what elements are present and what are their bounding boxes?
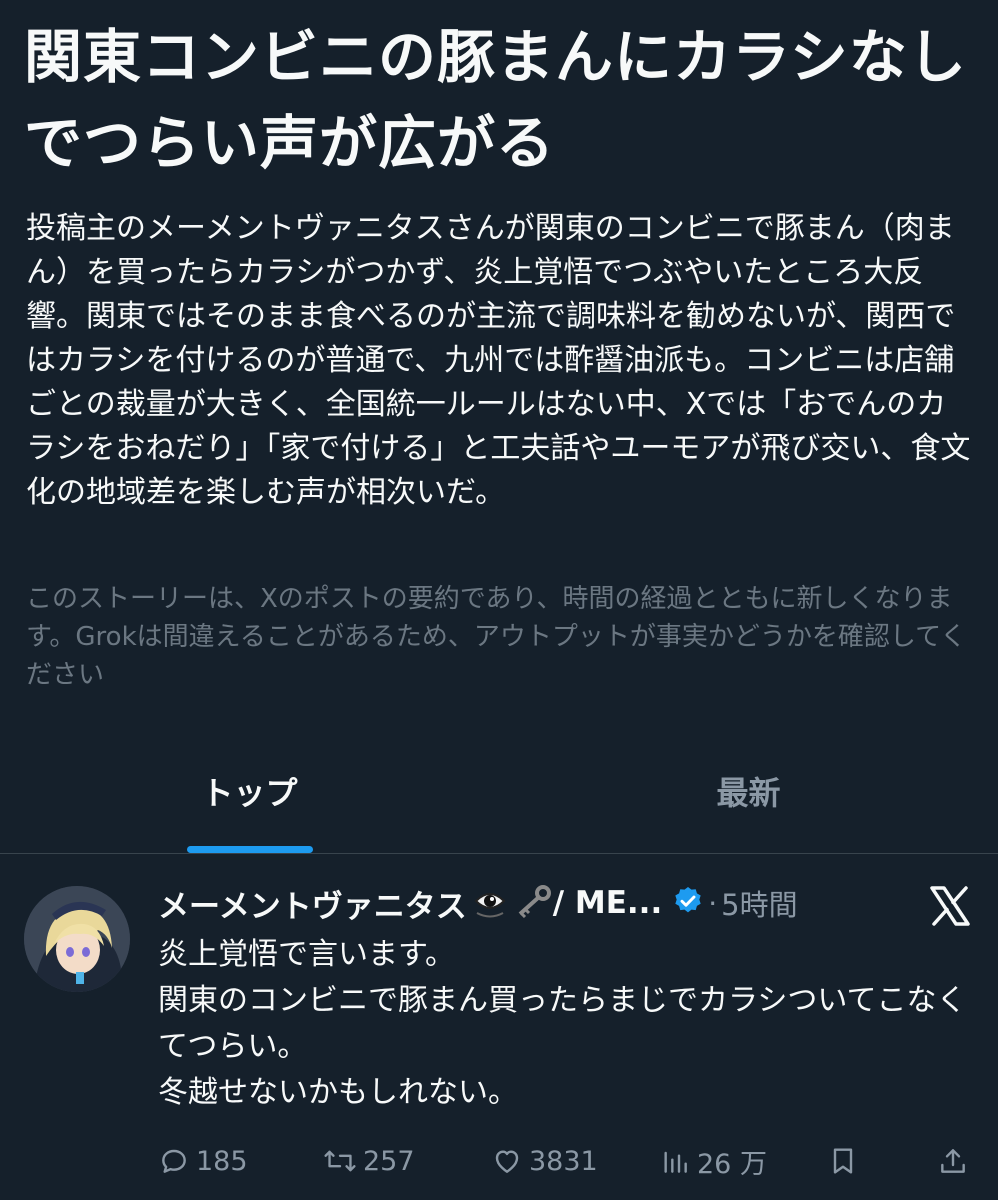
post-text-line: 関東のコンビニで豚まん買ったらまじでカラシついてこなくてつらい。 (158, 983, 967, 1064)
x-logo-icon[interactable] (928, 884, 972, 928)
heart-icon (495, 1150, 519, 1173)
post-text-line: 冬越せないかもしれない。 (158, 1075, 518, 1110)
eye-emoji-icon (473, 884, 507, 922)
tab-latest[interactable]: 最新 (499, 748, 998, 853)
story-title: 関東コンビニの豚まんにカラシなしでつらい声が広がる (24, 23, 967, 177)
avatar[interactable] (24, 886, 130, 992)
share-button[interactable] (937, 1145, 975, 1177)
bookmark-button[interactable] (827, 1145, 937, 1177)
tab-top[interactable]: トップ (0, 748, 499, 853)
like-button[interactable]: 3831 (491, 1145, 659, 1177)
bookmark-icon (833, 1148, 853, 1174)
post-timestamp[interactable]: 5時間 (721, 882, 797, 924)
repost-icon (324, 1150, 356, 1172)
tab-latest-label: 最新 (716, 773, 781, 812)
separator-dot: · (708, 886, 718, 920)
author-name[interactable]: メーメントヴァニタス (158, 881, 467, 926)
old-key-icon (513, 884, 553, 922)
reply-count: 185 (196, 1145, 248, 1177)
tab-bar: トップ 最新 (0, 748, 998, 854)
post-text-line: 炎上覚悟で言います。 (158, 937, 455, 972)
reply-button[interactable]: 185 (158, 1145, 323, 1177)
avatar-image (24, 886, 130, 992)
repost-button[interactable]: 257 (323, 1145, 491, 1177)
tab-top-label: トップ (201, 773, 298, 812)
grok-disclaimer: このストーリーは、Xのポストの要約であり、時間の経過とともに新しくなります。Gr… (26, 584, 967, 690)
author-name-suffix: / ME... (552, 885, 663, 921)
post-header: メーメントヴァニタス / ME... · 5時間 (158, 878, 918, 928)
active-tab-indicator (186, 846, 313, 853)
story-summary: 投稿主のメーメントヴァニタスさんが関東のコンビニで豚まん（肉まん）を買ったらカラ… (26, 211, 971, 510)
post-card[interactable]: メーメントヴァニタス / ME... · 5時間 炎上覚悟で言います。 関東のコ… (0, 854, 998, 1200)
verified-badge-icon (672, 885, 704, 921)
post-text: 炎上覚悟で言います。 関東のコンビニで豚まん買ったらまじでカラシついてこなくてつ… (158, 932, 968, 1116)
views-count: 26 万 (697, 1148, 767, 1180)
post-actions: 185 257 3831 26 万 (158, 1138, 978, 1184)
repost-count: 257 (363, 1145, 415, 1177)
share-icon (941, 1149, 965, 1173)
reply-icon (162, 1149, 186, 1173)
views-button[interactable]: 26 万 (659, 1142, 827, 1181)
views-chart-icon (664, 1151, 687, 1173)
like-count: 3831 (529, 1145, 598, 1177)
